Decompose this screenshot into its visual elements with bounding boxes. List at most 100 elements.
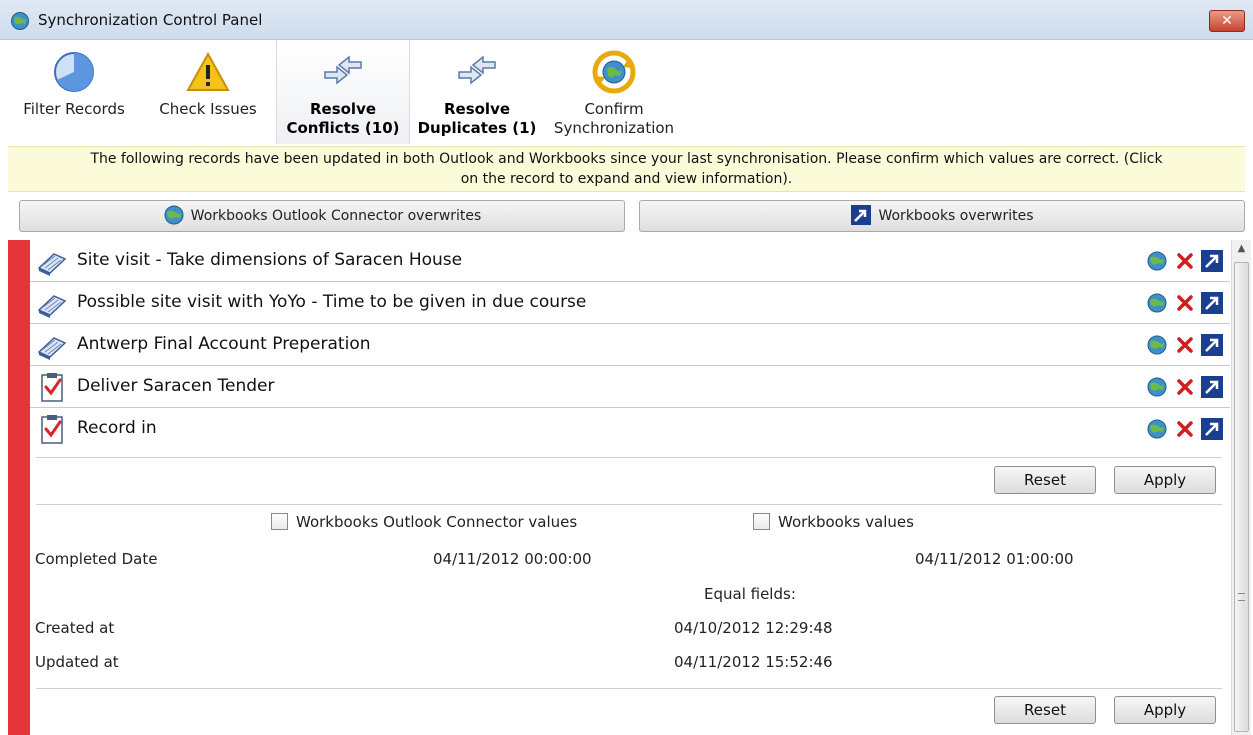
window-title: Synchronization Control Panel <box>38 11 263 29</box>
tool-label: Check Issues <box>159 100 257 118</box>
resolve-duplicates-tab[interactable]: Resolve Duplicates (1) <box>412 40 542 144</box>
list-item[interactable]: Antwerp Final Account Preperation <box>8 324 1230 366</box>
conflict-marker <box>8 450 30 735</box>
info-message: The following records have been updated … <box>8 146 1245 192</box>
tool-label-2: Conflicts (10) <box>286 119 400 137</box>
delete-icon[interactable] <box>1173 375 1197 399</box>
record-actions <box>1146 375 1226 399</box>
record-name: Record in <box>77 418 157 438</box>
scroll-up-arrow-icon[interactable]: ▲ <box>1232 240 1251 258</box>
connector-values-label: Workbooks Outlook Connector values <box>296 513 578 531</box>
swap-arrows-icon <box>458 55 496 85</box>
delete-icon[interactable] <box>1173 417 1197 441</box>
workbooks-values-checkbox[interactable]: Workbooks values <box>753 512 914 531</box>
list-item[interactable]: Deliver Saracen Tender <box>8 366 1230 408</box>
record-actions <box>1146 249 1226 273</box>
completed-connector-value: 04/11/2012 00:00:00 <box>433 550 592 568</box>
globe-icon <box>164 205 184 224</box>
apply-button[interactable]: Apply <box>1114 466 1216 494</box>
task-icon <box>41 415 63 444</box>
conflict-list: Site visit - Take dimensions of Saracen … <box>8 240 1230 735</box>
grip-icon <box>1238 593 1245 601</box>
resolve-conflicts-tab[interactable]: Resolve Conflicts (10) <box>276 40 410 144</box>
check-issues-button[interactable]: Check Issues <box>142 40 274 144</box>
created-at-value: 04/10/2012 12:29:48 <box>674 619 833 637</box>
list-item[interactable]: Record in <box>8 408 1230 450</box>
conflict-marker <box>8 366 30 408</box>
connector-values-checkbox[interactable]: Workbooks Outlook Connector values <box>271 512 578 531</box>
keep-connector-icon[interactable] <box>1146 249 1170 273</box>
confirm-synchronization-button[interactable]: Confirm Synchronization <box>544 40 684 144</box>
record-actions <box>1146 417 1226 441</box>
sync-globe-icon <box>592 50 636 94</box>
conflict-marker <box>8 282 30 324</box>
appointment-icon <box>37 337 67 360</box>
updated-at-label: Updated at <box>35 653 119 671</box>
toolbar: Filter Records Check Issues Resolve Confl… <box>8 40 1245 144</box>
equal-fields-label: Equal fields: <box>704 585 796 603</box>
updated-at-value: 04/11/2012 15:52:46 <box>674 653 833 671</box>
keep-workbooks-icon[interactable] <box>1200 417 1224 441</box>
pie-chart-icon <box>54 52 94 92</box>
keep-workbooks-icon[interactable] <box>1200 291 1224 315</box>
reset-button[interactable]: Reset <box>994 696 1096 724</box>
connector-overwrites-label: Workbooks Outlook Connector overwrites <box>190 208 482 224</box>
apply-button[interactable]: Apply <box>1114 696 1216 724</box>
record-actions <box>1146 291 1226 315</box>
close-button[interactable]: ✕ <box>1209 10 1245 32</box>
divider <box>36 504 1222 505</box>
keep-connector-icon[interactable] <box>1146 417 1170 441</box>
keep-workbooks-icon[interactable] <box>1200 249 1224 273</box>
keep-workbooks-icon[interactable] <box>1200 375 1224 399</box>
keep-connector-icon[interactable] <box>1146 291 1170 315</box>
globe-app-icon <box>11 12 29 30</box>
completed-date-label: Completed Date <box>35 550 158 568</box>
reset-button[interactable]: Reset <box>994 466 1096 494</box>
created-at-label: Created at <box>35 619 115 637</box>
checkbox-box[interactable] <box>271 512 288 530</box>
keep-connector-icon[interactable] <box>1146 375 1170 399</box>
tool-label: Resolve <box>443 100 511 118</box>
conflict-marker <box>8 240 30 282</box>
info-line-2: on the record to expand and view informa… <box>460 171 793 187</box>
workbooks-values-label: Workbooks values <box>778 513 914 531</box>
workbooks-overwrites-button[interactable]: Workbooks overwrites <box>639 200 1245 232</box>
delete-icon[interactable] <box>1173 333 1197 357</box>
tool-label: Resolve <box>309 100 377 118</box>
warning-icon <box>186 51 230 91</box>
delete-icon[interactable] <box>1173 291 1197 315</box>
record-actions <box>1146 333 1226 357</box>
tool-label-2: Duplicates (1) <box>417 119 537 137</box>
divider <box>36 457 1222 458</box>
record-detail: Reset Apply Workbooks Outlook Connector … <box>8 450 1230 735</box>
appointment-icon <box>37 253 67 276</box>
record-name: Antwerp Final Account Preperation <box>77 334 371 354</box>
title-bar: Synchronization Control Panel ✕ <box>0 0 1253 40</box>
task-icon <box>41 373 63 402</box>
swap-arrows-icon <box>324 55 362 85</box>
appointment-icon <box>37 295 67 318</box>
delete-icon[interactable] <box>1173 249 1197 273</box>
filter-records-button[interactable]: Filter Records <box>8 40 140 144</box>
vertical-scrollbar[interactable]: ▲ <box>1231 240 1251 735</box>
workbooks-overwrites-label: Workbooks overwrites <box>878 208 1034 224</box>
list-item[interactable]: Site visit - Take dimensions of Saracen … <box>8 240 1230 282</box>
conflict-marker <box>8 324 30 366</box>
keep-workbooks-icon[interactable] <box>1200 333 1224 357</box>
connector-overwrites-button[interactable]: Workbooks Outlook Connector overwrites <box>19 200 625 232</box>
divider <box>36 688 1222 689</box>
record-name: Possible site visit with YoYo - Time to … <box>77 292 587 312</box>
workbooks-arrow-icon <box>851 204 872 225</box>
info-line-1: The following records have been updated … <box>90 151 1163 167</box>
tool-label: Confirm <box>584 100 644 118</box>
conflict-marker <box>8 408 30 450</box>
tool-label-2: Synchronization <box>553 119 675 137</box>
scroll-thumb[interactable] <box>1234 262 1249 732</box>
record-name: Deliver Saracen Tender <box>77 376 275 396</box>
record-name: Site visit - Take dimensions of Saracen … <box>77 250 463 270</box>
list-item[interactable]: Possible site visit with YoYo - Time to … <box>8 282 1230 324</box>
keep-connector-icon[interactable] <box>1146 333 1170 357</box>
tool-label: Filter Records <box>23 100 125 118</box>
checkbox-box[interactable] <box>753 512 770 530</box>
completed-workbooks-value: 04/11/2012 01:00:00 <box>915 550 1074 568</box>
